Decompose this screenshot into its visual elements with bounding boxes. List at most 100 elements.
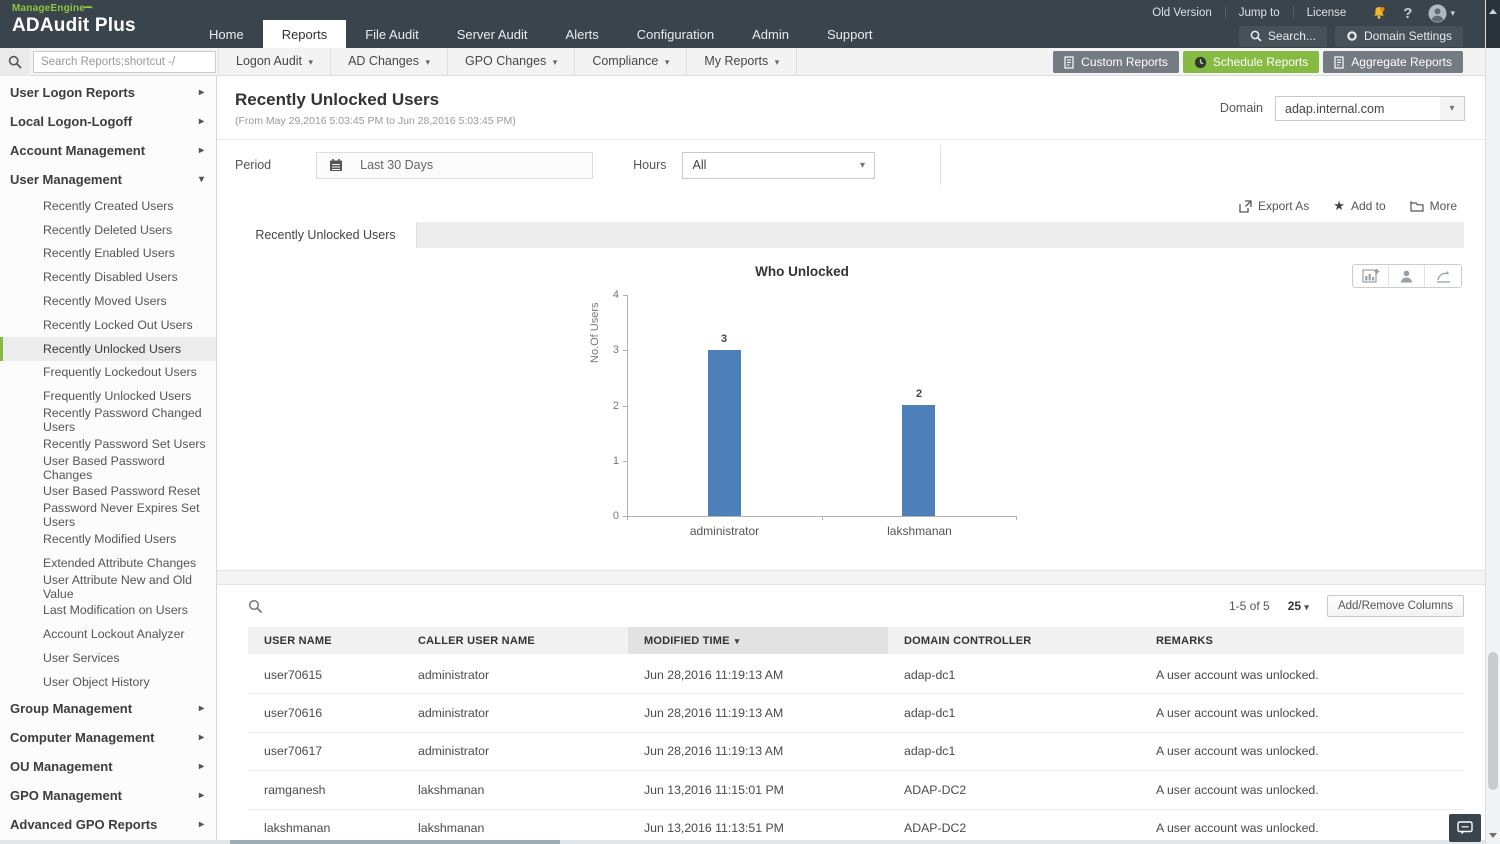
col-header-domain-controller[interactable]: DOMAIN CONTROLLER	[888, 627, 1140, 655]
sidebar-item-frequently-lockedout-users[interactable]: Frequently Lockedout Users	[0, 361, 216, 385]
utility-link-jump-to[interactable]: Jump to	[1226, 7, 1294, 19]
table-cell: Jun 13,2016 11:15:01 PM	[628, 771, 888, 810]
table-cell: adap-dc1	[888, 732, 1140, 771]
nav-tab-admin[interactable]: Admin	[733, 22, 808, 48]
sidebar-item-extended-attribute-changes[interactable]: Extended Attribute Changes	[0, 551, 216, 575]
sidebar-item-user-based-password-changes[interactable]: User Based Password Changes	[0, 456, 216, 480]
menu-ad-changes[interactable]: AD Changes ▾	[331, 48, 448, 76]
sidebar-category-group-management[interactable]: Group Management▸	[0, 694, 216, 723]
domain-settings-button[interactable]: Domain Settings	[1335, 26, 1463, 47]
x-category-label: administrator	[627, 524, 822, 538]
hours-select[interactable]: All ▾	[682, 152, 875, 179]
user-avatar[interactable]: ▾	[1428, 4, 1455, 23]
menu-gpo-changes[interactable]: GPO Changes ▾	[448, 48, 575, 76]
custom-reports-button[interactable]: Custom Reports	[1053, 51, 1179, 73]
chat-bubble-icon	[1457, 821, 1473, 835]
hscrollbar-thumb[interactable]	[230, 840, 560, 844]
page-title: Recently Unlocked Users	[235, 90, 516, 110]
table-cell: user70615	[248, 655, 402, 694]
sidebar-item-recently-unlocked-users[interactable]: Recently Unlocked Users	[0, 337, 216, 361]
horizontal-scrollbar[interactable]	[0, 840, 1485, 844]
table-cell: Jun 13,2016 11:13:51 PM	[628, 809, 888, 844]
table-cell: administrator	[402, 732, 628, 771]
sidebar-category-advanced-gpo-reports[interactable]: Advanced GPO Reports▸	[0, 810, 216, 839]
col-header-modified-time[interactable]: MODIFIED TIME▾	[628, 627, 888, 655]
sidebar-item-last-modification-on-users[interactable]: Last Modification on Users	[0, 599, 216, 623]
table-cell: lakshmanan	[402, 809, 628, 844]
sidebar-category-computer-management[interactable]: Computer Management▸	[0, 723, 216, 752]
table-cell: Jun 28,2016 11:19:13 AM	[628, 732, 888, 771]
sidebar-item-password-never-expires-set-users[interactable]: Password Never Expires Set Users	[0, 503, 216, 527]
add-remove-columns-button[interactable]: Add/Remove Columns	[1327, 595, 1464, 617]
menu-my-reports[interactable]: My Reports ▾	[687, 48, 797, 76]
nav-tab-home[interactable]: Home	[190, 22, 263, 48]
sidebar-item-recently-enabled-users[interactable]: Recently Enabled Users	[0, 242, 216, 266]
sidebar-item-recently-deleted-users[interactable]: Recently Deleted Users	[0, 218, 216, 242]
table-cell: Jun 28,2016 11:19:13 AM	[628, 655, 888, 694]
domain-select[interactable]: adap.internal.com ▾	[1275, 96, 1465, 121]
utility-link-old-version[interactable]: Old Version	[1139, 7, 1225, 19]
scroll-up-arrow-icon[interactable]	[1489, 9, 1497, 14]
sidebar-item-recently-password-changed-users[interactable]: Recently Password Changed Users	[0, 408, 216, 432]
chart-user-icon[interactable]	[1389, 265, 1425, 287]
col-header-user-name[interactable]: USER NAME	[248, 627, 402, 655]
tab-recently-unlocked-users[interactable]: Recently Unlocked Users	[235, 222, 417, 248]
menu-compliance[interactable]: Compliance ▾	[575, 48, 687, 76]
reports-toolbar: Logon Audit ▾AD Changes ▾GPO Changes ▾Co…	[0, 48, 1485, 76]
report-icon	[1334, 56, 1345, 69]
sidebar-item-recently-modified-users[interactable]: Recently Modified Users	[0, 527, 216, 551]
y-tick-mark	[623, 350, 627, 351]
help-icon[interactable]: ?	[1399, 5, 1416, 22]
sidebar-item-user-based-password-reset[interactable]: User Based Password Reset	[0, 480, 216, 504]
col-header-remarks[interactable]: REMARKS	[1140, 627, 1464, 655]
sidebar-item-frequently-unlocked-users[interactable]: Frequently Unlocked Users	[0, 384, 216, 408]
sidebar-item-recently-password-set-users[interactable]: Recently Password Set Users	[0, 432, 216, 456]
scroll-down-arrow-icon[interactable]	[1489, 833, 1497, 838]
nav-tab-configuration[interactable]: Configuration	[618, 22, 733, 48]
page-size-select[interactable]: 25 ▾	[1288, 599, 1309, 613]
nav-tab-file-audit[interactable]: File Audit	[346, 22, 437, 48]
table-cell: A user account was unlocked.	[1140, 732, 1464, 771]
sidebar-category-user-management[interactable]: User Management▾	[0, 165, 216, 194]
col-header-caller-user-name[interactable]: CALLER USER NAME	[402, 627, 628, 655]
sidebar-category-ou-management[interactable]: OU Management▸	[0, 752, 216, 781]
add-to-button[interactable]: ★ Add to	[1333, 198, 1385, 214]
notification-bell-icon[interactable]	[1371, 5, 1387, 21]
utility-link-license[interactable]: License	[1294, 7, 1360, 19]
sidebar-category-local-logon-logoff[interactable]: Local Logon-Logoff▸	[0, 107, 216, 136]
menu-logon-audit[interactable]: Logon Audit ▾	[219, 48, 331, 76]
period-field[interactable]: Last 30 Days	[316, 152, 593, 179]
sidebar-item-recently-locked-out-users[interactable]: Recently Locked Out Users	[0, 313, 216, 337]
chart-bar-administrator[interactable]	[708, 350, 741, 516]
sidebar-item-recently-moved-users[interactable]: Recently Moved Users	[0, 289, 216, 313]
schedule-reports-button[interactable]: Schedule Reports	[1183, 51, 1319, 73]
chart-type-icon[interactable]	[1353, 265, 1389, 287]
chart-bar-lakshmanan[interactable]	[902, 405, 935, 516]
table-search-icon[interactable]	[248, 599, 263, 614]
export-as-button[interactable]: Export As	[1239, 199, 1309, 213]
vertical-scrollbar[interactable]	[1485, 0, 1500, 844]
sidebar-item-user-object-history[interactable]: User Object History	[0, 670, 216, 694]
aggregate-reports-button[interactable]: Aggregate Reports	[1323, 51, 1463, 73]
nav-tab-server-audit[interactable]: Server Audit	[438, 22, 547, 48]
sidebar-category-label: OU Management	[10, 759, 113, 774]
sidebar-item-account-lockout-analyzer[interactable]: Account Lockout Analyzer	[0, 622, 216, 646]
sidebar-item-user-attribute-new-and-old-value[interactable]: User Attribute New and Old Value	[0, 575, 216, 599]
sidebar-item-recently-disabled-users[interactable]: Recently Disabled Users	[0, 265, 216, 289]
sidebar-category-account-management[interactable]: Account Management▸	[0, 136, 216, 165]
sidebar-item-user-services[interactable]: User Services	[0, 646, 216, 670]
chevron-right-icon: ▸	[199, 703, 204, 714]
nav-tab-reports[interactable]: Reports	[263, 20, 347, 48]
chart-refresh-icon[interactable]	[1425, 265, 1461, 287]
more-button[interactable]: More	[1410, 199, 1457, 213]
feedback-chat-button[interactable]	[1449, 814, 1481, 842]
sidebar-category-gpo-management[interactable]: GPO Management▸	[0, 781, 216, 810]
sidebar-item-recently-created-users[interactable]: Recently Created Users	[0, 194, 216, 218]
report-search-input[interactable]	[33, 51, 216, 73]
global-search-button[interactable]: Search...	[1239, 26, 1327, 47]
sidebar-category-user-logon-reports[interactable]: User Logon Reports▸	[0, 78, 216, 107]
nav-tab-support[interactable]: Support	[808, 22, 892, 48]
chart-title: Who Unlocked	[607, 264, 997, 279]
nav-tab-alerts[interactable]: Alerts	[547, 22, 618, 48]
scrollbar-thumb[interactable]	[1488, 652, 1498, 790]
